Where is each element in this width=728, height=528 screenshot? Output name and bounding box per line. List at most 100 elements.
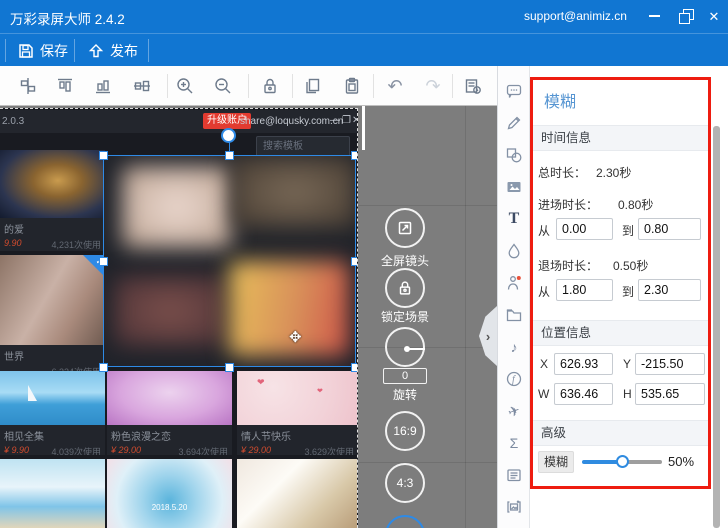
- x-input[interactable]: [554, 353, 613, 375]
- character-tool-button[interactable]: [502, 271, 526, 295]
- resize-handle-ne[interactable]: [351, 151, 357, 160]
- entrance-to-input[interactable]: [638, 218, 701, 240]
- ratio-4-3-button[interactable]: 4:3: [385, 463, 425, 503]
- resize-handle-e[interactable]: [351, 257, 357, 266]
- redo-button[interactable]: ↷: [421, 74, 445, 98]
- folder-tool-button[interactable]: [502, 303, 526, 327]
- publish-icon: [88, 43, 104, 57]
- scene-image-icon: [507, 500, 521, 513]
- preview-window-edge: [362, 106, 365, 150]
- support-email-link[interactable]: support@animiz.cn: [524, 9, 627, 23]
- card-uses: 4,039次使用: [51, 447, 101, 455]
- copy-icon: [306, 78, 320, 94]
- card-title: 粉色浪漫之恋: [111, 432, 171, 443]
- copy-button[interactable]: [301, 74, 325, 98]
- save-button[interactable]: 保存: [6, 34, 80, 67]
- svg-text:f: f: [512, 375, 516, 386]
- history-button[interactable]: [461, 74, 485, 98]
- action-bar: 保存 发布: [0, 33, 728, 66]
- from-label: 从: [538, 285, 551, 299]
- restore-button[interactable]: [678, 8, 694, 24]
- template-card: [0, 459, 105, 528]
- effect-tool-button[interactable]: f: [502, 367, 526, 391]
- paste-icon: [345, 77, 359, 94]
- preview-restore-icon: ❐: [342, 115, 351, 126]
- blur-slider-track[interactable]: [582, 455, 662, 468]
- shapes-tool-button[interactable]: [502, 143, 526, 167]
- animation-tool-button[interactable]: ✈: [502, 399, 526, 423]
- preview-version: 2.0.3: [2, 116, 25, 127]
- resize-handle-w[interactable]: [99, 257, 108, 266]
- entrance-from-input[interactable]: [556, 218, 613, 240]
- text-icon: T: [508, 210, 520, 227]
- card-thumbnail: [0, 459, 105, 528]
- h-input[interactable]: [635, 383, 705, 405]
- scene-image-tool-button[interactable]: [502, 495, 526, 519]
- template-card: 相见全集 ¥ 9.90 4,039次使用: [0, 371, 105, 455]
- zoom-out-button[interactable]: [211, 74, 235, 98]
- w-input[interactable]: [554, 383, 613, 405]
- callout-tool-button[interactable]: [502, 79, 526, 103]
- rotation-value-box[interactable]: 0: [383, 368, 427, 384]
- grid-line: [358, 347, 497, 348]
- heart-decoration: ❤: [317, 388, 323, 395]
- panel-scrollbar[interactable]: [713, 126, 720, 528]
- card-title: 相见全集: [4, 432, 44, 443]
- resize-handle-nw[interactable]: [99, 151, 108, 160]
- image-tool-button[interactable]: [502, 175, 526, 199]
- ratio-16-9-button[interactable]: 16:9: [385, 411, 425, 451]
- blur-slider-thumb[interactable]: [616, 455, 629, 468]
- exit-to-input[interactable]: [638, 279, 701, 301]
- align-horizontal-center-button[interactable]: [130, 74, 154, 98]
- ratio-other-button[interactable]: [385, 515, 425, 528]
- fullscreen-camera-button[interactable]: [385, 208, 425, 248]
- align-vertical-center-button[interactable]: [16, 74, 40, 98]
- music-tool-button[interactable]: ♪: [502, 335, 526, 359]
- panel-expand-tab[interactable]: ›: [479, 306, 497, 366]
- zoom-in-button[interactable]: [173, 74, 197, 98]
- align-bottom-button[interactable]: [91, 74, 115, 98]
- resize-handle-sw[interactable]: [99, 363, 108, 372]
- template-card: ❤ ❤ 情人节快乐 ¥ 29.00 3,629次使用: [237, 371, 357, 455]
- total-duration-label: 总时长：: [538, 166, 587, 180]
- resize-handle-se[interactable]: [351, 363, 357, 372]
- shapes-icon: [506, 148, 522, 163]
- text-tool-button[interactable]: T: [502, 207, 526, 231]
- close-button[interactable]: ✕: [706, 8, 722, 24]
- tool-strip: T ♪ f ✈ Σ: [497, 66, 530, 528]
- grid-line: [358, 462, 497, 463]
- undo-button[interactable]: ↶: [383, 74, 407, 98]
- blur-element[interactable]: ✥: [103, 155, 356, 367]
- rotation-handle[interactable]: [221, 128, 236, 143]
- dial-pointer: [407, 348, 425, 350]
- resize-handle-n[interactable]: [225, 151, 234, 160]
- align-top-button[interactable]: [53, 74, 77, 98]
- resize-handle-s[interactable]: [225, 363, 234, 372]
- zoom-out-icon: [215, 78, 231, 94]
- scene-canvas[interactable]: 2.0.3 升级账户 share@loqusky.com.cn — ❐ ✕ 的爱…: [0, 108, 358, 528]
- subtitle-tool-button[interactable]: [502, 463, 526, 487]
- minimize-button[interactable]: [646, 8, 662, 24]
- card-price: ¥ 29.00: [111, 445, 142, 455]
- y-input[interactable]: [635, 353, 705, 375]
- fullscreen-camera-label: 全屏镜头: [380, 254, 429, 268]
- exit-duration-label: 退场时长：: [538, 259, 599, 273]
- annotation-tool-button[interactable]: [502, 111, 526, 135]
- rotation-dial[interactable]: [385, 327, 425, 367]
- card-price: ¥ 9.90: [4, 445, 30, 455]
- paste-button[interactable]: [340, 74, 364, 98]
- close-icon: ✕: [708, 8, 720, 24]
- exit-from-input[interactable]: [556, 279, 613, 301]
- work-area: 2.0.3 升级账户 share@loqusky.com.cn — ❐ ✕ 的爱…: [0, 106, 497, 528]
- exit-duration-value: 0.50秒: [613, 259, 649, 273]
- separator: [74, 39, 75, 62]
- lock-button[interactable]: [258, 74, 282, 98]
- blur-tool-button[interactable]: [502, 239, 526, 263]
- card-thumbnail: ❤ ❤: [237, 371, 357, 425]
- formula-tool-button[interactable]: Σ: [502, 431, 526, 455]
- preview-search-input: [256, 136, 350, 157]
- publish-button[interactable]: 发布: [76, 34, 150, 67]
- lock-scene-button[interactable]: [385, 268, 425, 308]
- blur-button[interactable]: 模糊: [538, 451, 574, 473]
- pencil-icon: [507, 116, 521, 130]
